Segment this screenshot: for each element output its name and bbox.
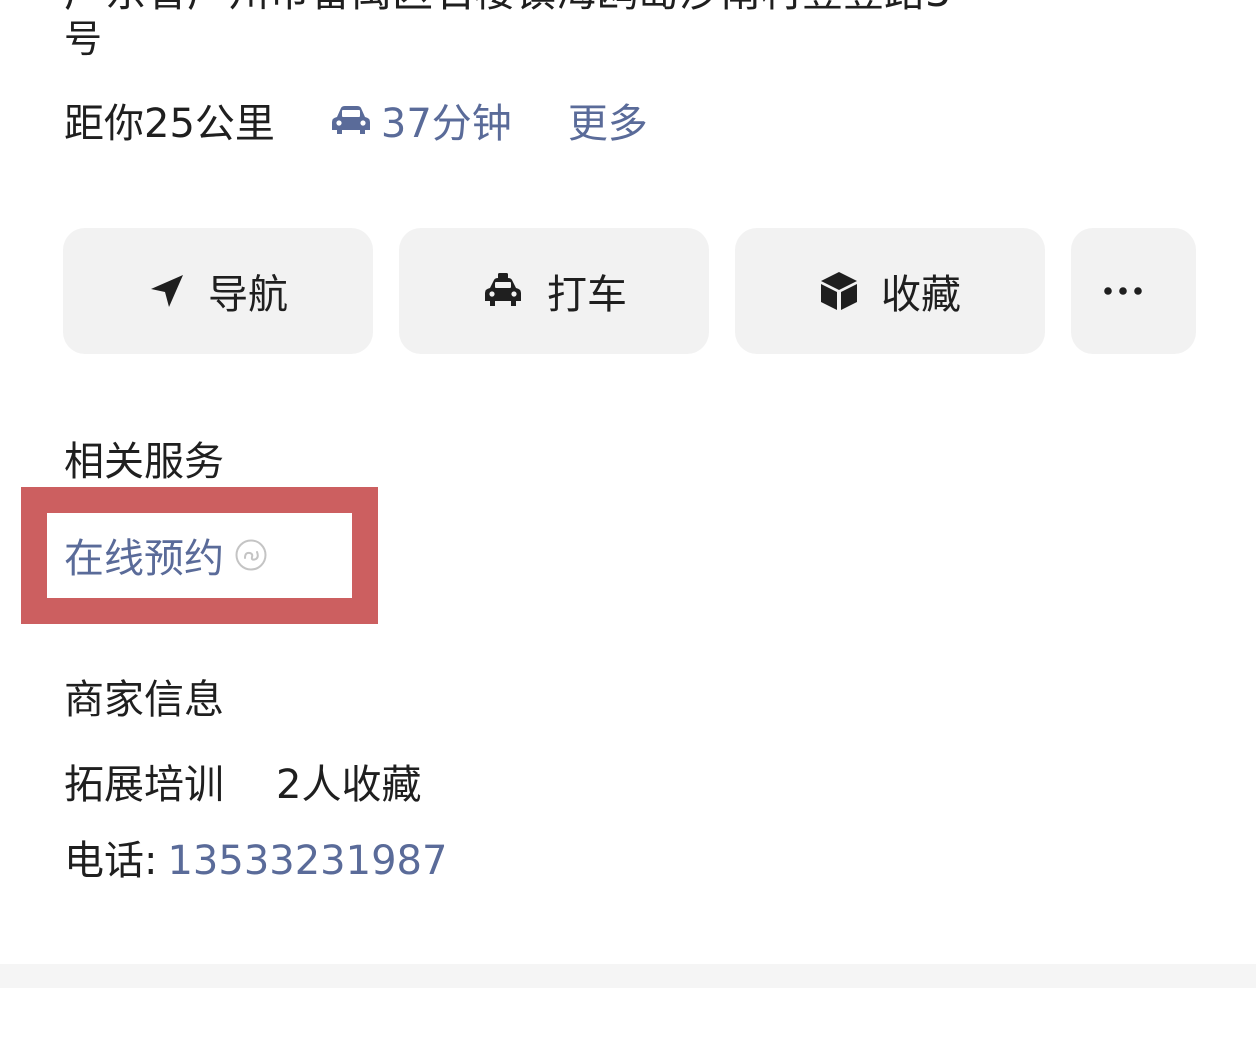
favorite-label: 收藏 [881,272,961,318]
navigation-arrow-icon [151,275,183,307]
navigate-button[interactable]: 导航 [63,228,373,354]
merchant-info-title: 商家信息 [64,677,224,723]
address-line2: 号 [64,17,103,61]
mini-program-icon [235,539,267,571]
merchant-tags: 拓展培训 2人收藏 [64,758,421,812]
box-icon [821,272,857,310]
taxi-icon [485,273,521,306]
favorite-button[interactable]: 收藏 [735,228,1045,354]
distance-text: 距你25公里 [64,101,275,147]
drive-time-text: 37分钟 [380,101,512,147]
section-divider [0,964,1256,988]
favorite-count: 2人收藏 [276,762,422,808]
phone-label: 电话: [64,838,158,884]
phone-row: 电话: 13533231987 [64,834,447,888]
address-line1: 广东省广州市番禺区石楼镇海鸥岛沙南村登登路3 [64,0,1074,10]
route-info-row: 距你25公里 37分钟 更多 [64,91,648,149]
category-tag: 拓展培训 [64,762,224,808]
taxi-button[interactable]: 打车 [399,228,709,354]
related-services-title: 相关服务 [64,439,224,485]
more-actions-button[interactable] [1071,228,1196,354]
address-line1-text: 广东省广州市番禺区石楼镇海鸥岛沙南村登登路3 [64,0,951,10]
navigate-label: 导航 [208,272,288,318]
car-icon [331,106,370,134]
phone-number-link[interactable]: 13533231987 [167,834,447,888]
ellipsis-icon [1103,287,1142,295]
online-booking-link[interactable]: 在线预约 [64,528,268,582]
drive-time-link[interactable]: 37分钟 [329,91,512,149]
more-link[interactable]: 更多 [568,91,648,149]
taxi-label: 打车 [547,272,627,318]
online-booking-label: 在线预约 [64,536,224,582]
